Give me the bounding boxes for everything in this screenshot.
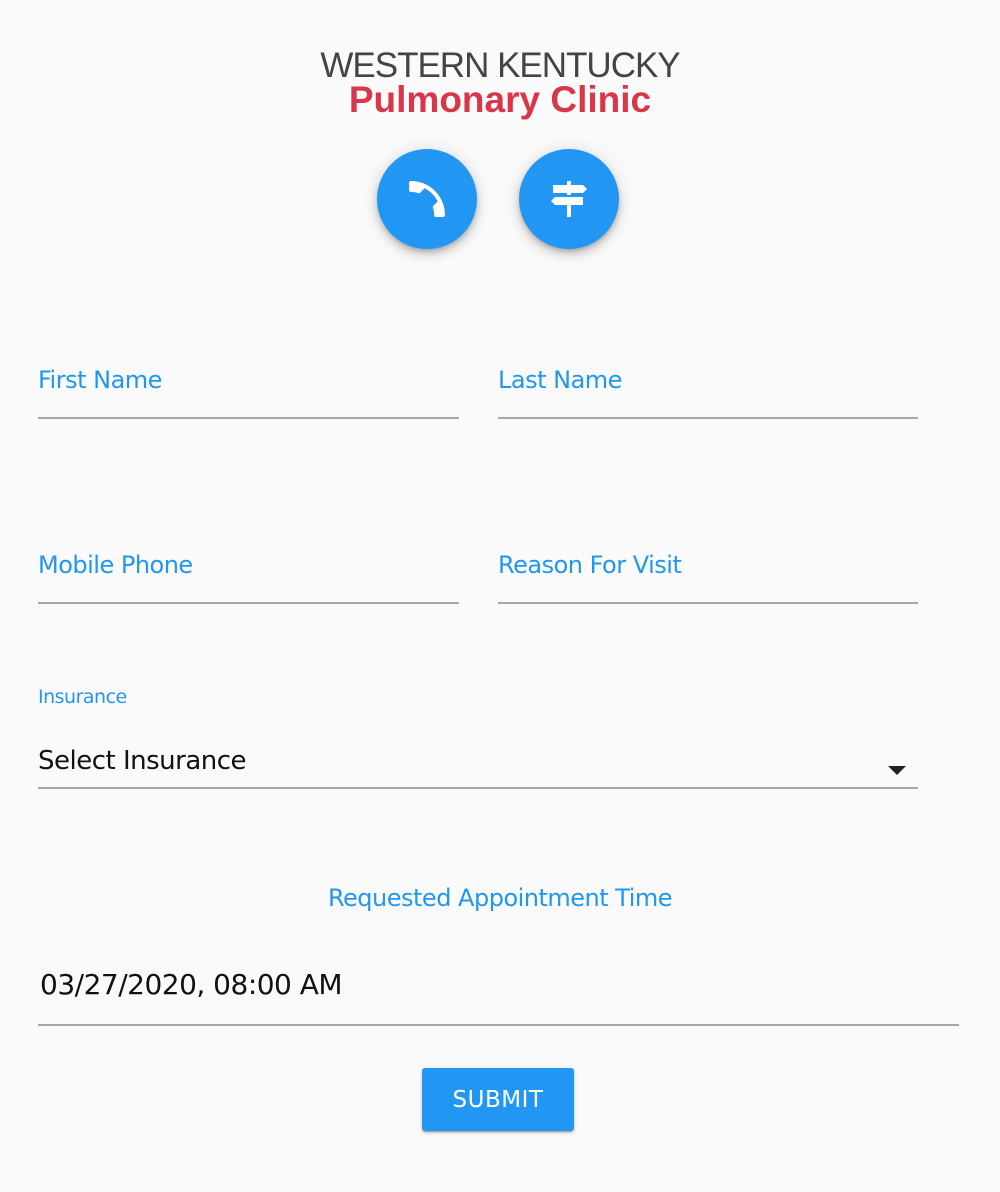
first-name-underline bbox=[38, 417, 459, 419]
reason-for-visit-label: Reason For Visit bbox=[498, 551, 682, 579]
call-button[interactable] bbox=[377, 149, 477, 249]
first-name-field[interactable]: First Name bbox=[38, 360, 459, 420]
signpost-directions-icon bbox=[551, 181, 587, 217]
reason-for-visit-field[interactable]: Reason For Visit bbox=[498, 545, 918, 605]
mobile-phone-label: Mobile Phone bbox=[38, 551, 193, 579]
appointment-time-label: Requested Appointment Time bbox=[327, 884, 673, 912]
insurance-select[interactable]: Insurance Select Insurance bbox=[38, 684, 918, 790]
mobile-phone-underline bbox=[38, 602, 459, 604]
submit-button[interactable]: SUBMIT bbox=[422, 1068, 574, 1131]
logo-line-pulmonary-clinic: Pulmonary Clinic bbox=[348, 79, 652, 120]
clinic-logo: WESTERN KENTUCKY Pulmonary Clinic bbox=[0, 46, 1000, 118]
first-name-label: First Name bbox=[38, 366, 162, 394]
reason-for-visit-underline bbox=[498, 602, 918, 604]
dropdown-arrow-icon bbox=[888, 766, 906, 775]
last-name-field[interactable]: Last Name bbox=[498, 360, 918, 420]
phone-icon bbox=[409, 181, 445, 217]
insurance-label: Insurance bbox=[38, 686, 127, 708]
appointment-underline bbox=[38, 1024, 959, 1026]
appointment-datetime-input[interactable]: 03/27/2020, 08:00 AM bbox=[38, 960, 959, 1028]
last-name-underline bbox=[498, 417, 918, 419]
directions-button[interactable] bbox=[519, 149, 619, 249]
appointment-datetime-value: 03/27/2020, 08:00 AM bbox=[40, 968, 343, 1001]
insurance-selected-value: Select Insurance bbox=[38, 746, 247, 776]
last-name-label: Last Name bbox=[498, 366, 622, 394]
insurance-underline bbox=[38, 787, 918, 789]
mobile-phone-field[interactable]: Mobile Phone bbox=[38, 545, 459, 605]
